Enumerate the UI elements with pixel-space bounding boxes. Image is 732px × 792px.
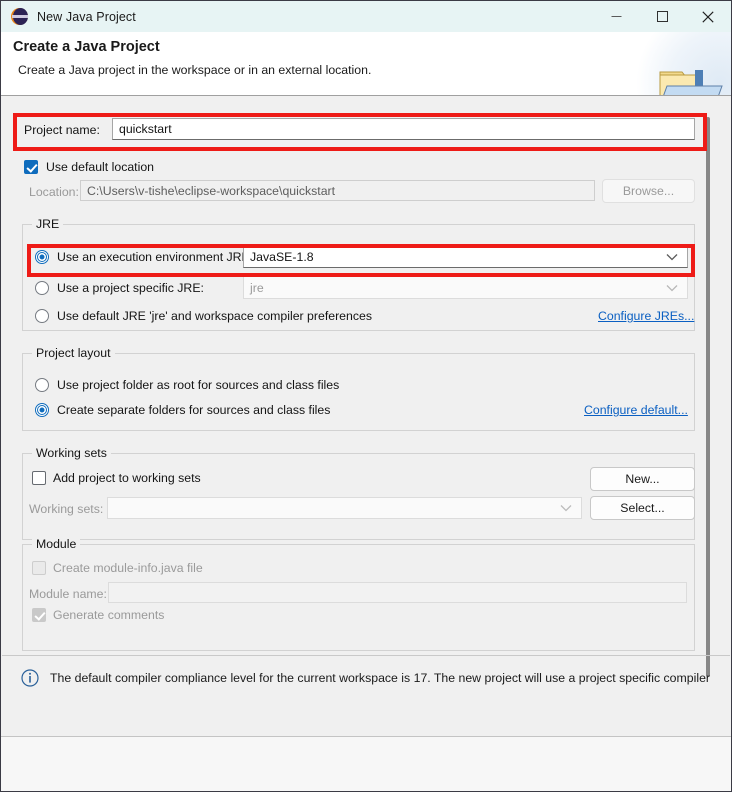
- project-specific-jre-value: jre: [250, 280, 264, 295]
- project-name-value: quickstart: [119, 122, 172, 136]
- add-to-working-sets-label: Add project to working sets: [53, 471, 201, 485]
- project-layout-group: Project layout: [22, 346, 695, 431]
- layout-separate-folders-radio[interactable]: [35, 403, 49, 417]
- create-module-info-label: Create module-info.java file: [53, 561, 203, 575]
- execution-environment-combo[interactable]: JavaSE-1.8: [243, 245, 688, 268]
- location-row: Location:: [29, 185, 79, 199]
- new-working-set-button[interactable]: New...: [590, 467, 695, 491]
- title-bar: New Java Project: [1, 1, 731, 32]
- use-default-location-checkbox[interactable]: [24, 160, 38, 174]
- working-sets-group-title: Working sets: [32, 446, 111, 460]
- layout-project-folder-root-label: Use project folder as root for sources a…: [57, 378, 340, 392]
- execution-environment-value: JavaSE-1.8: [250, 249, 314, 264]
- page-title: Create a Java Project: [13, 39, 160, 55]
- window-controls: [593, 1, 731, 32]
- select-working-set-button[interactable]: Select...: [590, 496, 695, 520]
- location-input: C:\Users\v-tishe\eclipse-workspace\quick…: [80, 180, 595, 201]
- chevron-down-icon: [666, 281, 678, 295]
- use-default-location-row[interactable]: Use default location: [24, 160, 154, 174]
- module-name-row: Module name:: [29, 587, 107, 601]
- status-separator: [2, 655, 730, 656]
- eclipse-logo-icon: [11, 8, 28, 25]
- dialog-scroll-pane: Project name: quickstart Use default loc…: [2, 97, 730, 735]
- layout-separate-folders-label: Create separate folders for sources and …: [57, 403, 331, 417]
- page-description: Create a Java project in the workspace o…: [18, 63, 372, 77]
- module-group-title: Module: [32, 537, 81, 551]
- jre-group-title: JRE: [32, 217, 64, 231]
- jre-execution-environment-row[interactable]: Use an execution environment JRE:: [35, 250, 253, 264]
- layout-project-folder-root-row[interactable]: Use project folder as root for sources a…: [35, 378, 339, 392]
- status-message: The default compiler compliance level fo…: [50, 671, 711, 685]
- dialog-banner: Create a Java Project Create a Java proj…: [1, 32, 731, 96]
- project-name-label: Project name:: [24, 123, 100, 137]
- configure-jres-link[interactable]: Configure JREs...: [598, 309, 694, 323]
- dialog-content: Project name: quickstart Use default loc…: [2, 97, 714, 735]
- working-sets-combo: [107, 497, 582, 519]
- module-name-label: Module name:: [29, 587, 107, 601]
- chevron-down-icon: [666, 250, 678, 264]
- project-name-input[interactable]: quickstart: [112, 118, 695, 140]
- jre-default-label: Use default JRE 'jre' and workspace comp…: [57, 309, 372, 323]
- create-module-info-checkbox[interactable]: [32, 561, 46, 575]
- scrollbar-thumb[interactable]: [706, 117, 710, 677]
- java-project-folder-icon: [659, 70, 723, 95]
- location-label: Location:: [29, 185, 79, 199]
- generate-comments-row[interactable]: Generate comments: [32, 608, 164, 622]
- project-layout-group-title: Project layout: [32, 346, 115, 360]
- configure-default-link[interactable]: Configure default...: [584, 403, 688, 417]
- add-to-working-sets-checkbox[interactable]: [32, 471, 46, 485]
- add-to-working-sets-row[interactable]: Add project to working sets: [32, 471, 201, 485]
- project-specific-jre-combo: jre: [243, 276, 688, 299]
- module-name-input: [108, 582, 687, 603]
- generate-comments-label: Generate comments: [53, 608, 165, 622]
- close-button[interactable]: [685, 1, 731, 32]
- generate-comments-checkbox[interactable]: [32, 608, 46, 622]
- browse-button[interactable]: Browse...: [602, 179, 695, 203]
- working-sets-row: Working sets:: [29, 502, 103, 516]
- jre-default-radio[interactable]: [35, 309, 49, 323]
- location-value: C:\Users\v-tishe\eclipse-workspace\quick…: [87, 183, 336, 198]
- info-icon: [21, 669, 39, 687]
- new-java-project-dialog: New Java Project Create a Java Project C…: [0, 0, 732, 792]
- jre-execution-environment-radio[interactable]: [35, 250, 49, 264]
- jre-project-specific-radio[interactable]: [35, 281, 49, 295]
- project-name-row: Project name:: [24, 123, 100, 137]
- jre-default-row[interactable]: Use default JRE 'jre' and workspace comp…: [35, 309, 372, 323]
- use-default-location-label: Use default location: [46, 160, 155, 174]
- jre-project-specific-label: Use a project specific JRE:: [57, 281, 204, 295]
- scrollbar-track[interactable]: [706, 105, 722, 727]
- layout-separate-folders-row[interactable]: Create separate folders for sources and …: [35, 403, 330, 417]
- jre-project-specific-row[interactable]: Use a project specific JRE:: [35, 281, 204, 295]
- working-sets-label: Working sets:: [29, 502, 104, 516]
- layout-project-folder-root-radio[interactable]: [35, 378, 49, 392]
- create-module-info-row[interactable]: Create module-info.java file: [32, 561, 203, 575]
- minimize-button[interactable]: [593, 1, 639, 32]
- chevron-down-icon: [560, 501, 572, 515]
- dialog-footer: ? < Back Next > Finish Cancel: [1, 737, 731, 791]
- jre-execution-environment-label: Use an execution environment JRE:: [57, 250, 254, 264]
- maximize-button[interactable]: [639, 1, 685, 32]
- window-title: New Java Project: [37, 9, 136, 24]
- status-bar: The default compiler compliance level fo…: [1, 659, 731, 697]
